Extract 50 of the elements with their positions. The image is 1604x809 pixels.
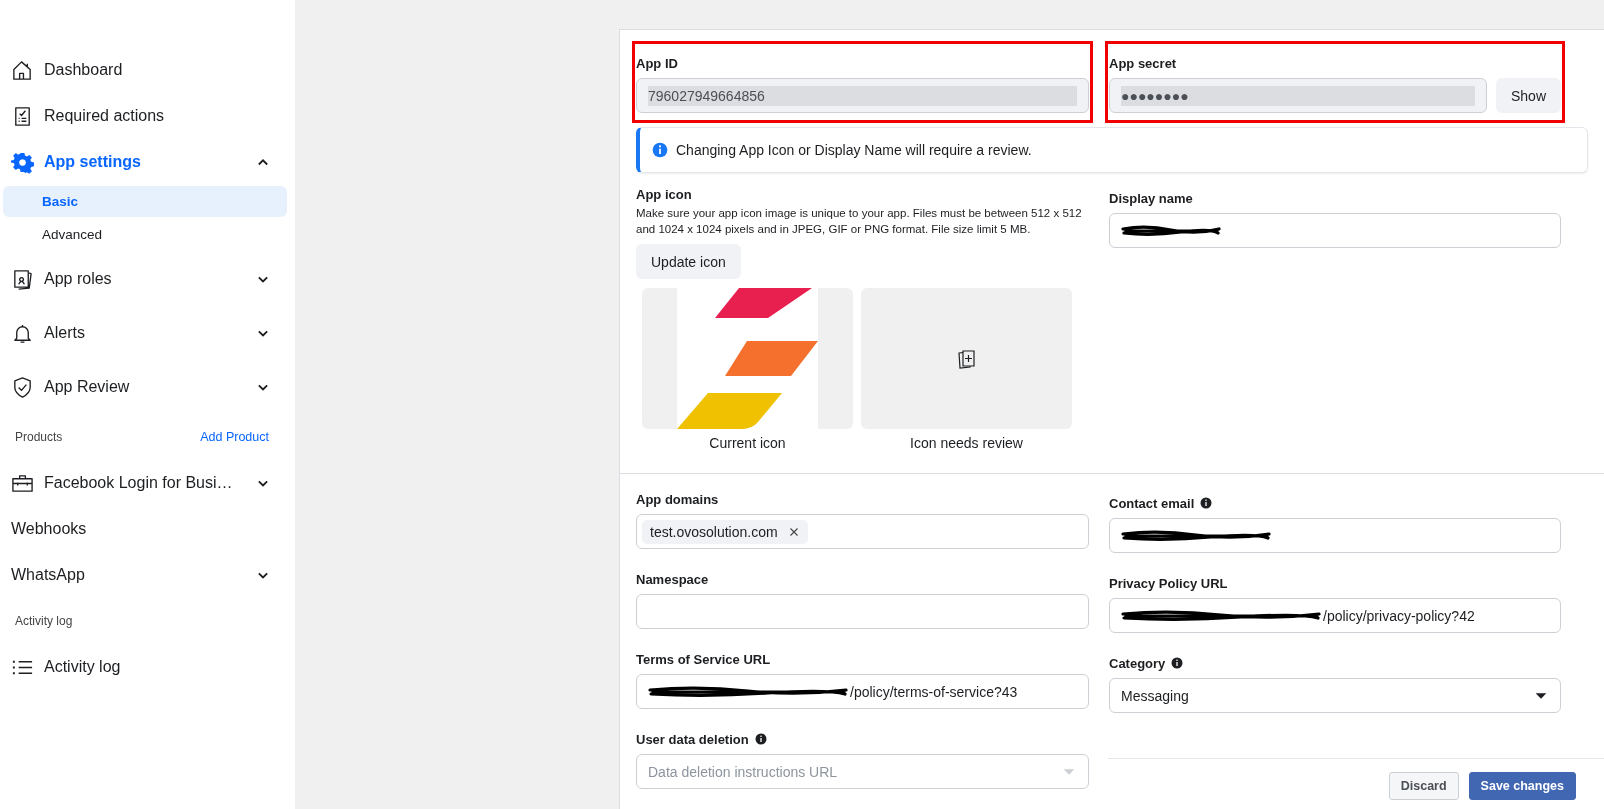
nav-item[interactable]: App settings — [0, 139, 295, 185]
input-field[interactable]: /policy/terms-of-service?43 — [636, 674, 1089, 709]
field-label: Display name — [1109, 189, 1194, 207]
update-icon-button[interactable]: Update icon — [636, 244, 741, 279]
add-product-link[interactable]: Add Product — [200, 430, 269, 444]
nav-item[interactable]: Activity log — [0, 644, 295, 690]
nav-subitem[interactable]: Basic — [3, 186, 287, 217]
field-label: Privacy Policy URL — [1109, 575, 1228, 591]
icon-caption: Icon needs review — [910, 435, 1023, 451]
readonly-field[interactable]: 796027949664856 — [636, 78, 1089, 113]
display-name-field[interactable] — [1109, 213, 1561, 248]
discard-button[interactable]: Discard — [1388, 772, 1459, 800]
readonly-field[interactable]: ●●●●●●●● — [1109, 78, 1487, 113]
nav-item[interactable]: Required actions — [0, 93, 295, 139]
field-label: Terms of Service URL — [636, 651, 771, 667]
help-text: Make sure your app icon image is unique to your app. Files must be between 512 x 512 and 1024 x 1024 pixels and in JPEG, GIF or PNG format. File size limit 5 MB. — [636, 206, 1083, 237]
section-heading: Activity log — [15, 614, 73, 628]
field-label: User data deletion — [636, 731, 749, 747]
field-label: App domains — [636, 491, 719, 507]
nav-item[interactable]: App Review — [0, 360, 295, 414]
nav-item[interactable]: Dashboard — [0, 47, 295, 93]
nav-item[interactable]: Alerts — [0, 306, 295, 360]
tag-input-field[interactable]: test.ovosolution.com — [636, 514, 1089, 549]
section-heading: Products — [15, 430, 63, 444]
save-button[interactable]: Save changes — [1468, 772, 1576, 800]
field-label: Category — [1109, 655, 1166, 671]
shield-icon — [11, 375, 34, 399]
input-field[interactable] — [636, 594, 1089, 629]
badge-icon — [11, 267, 34, 291]
nav-subitem[interactable]: Advanced — [3, 219, 287, 250]
icon-caption: Current icon — [709, 435, 786, 451]
nav-item[interactable]: App roles — [0, 252, 295, 306]
notice-text: Changing App Icon or Display Name will require a review. — [676, 142, 1032, 158]
field-label: App ID — [636, 54, 679, 72]
input-field[interactable]: /policy/privacy-policy?42 — [1109, 598, 1561, 633]
input-field[interactable] — [1109, 518, 1561, 553]
show-button[interactable]: Show — [1495, 78, 1561, 113]
house-icon — [11, 58, 34, 82]
field-label: Contact email — [1109, 495, 1195, 511]
field-label: App secret — [1109, 54, 1178, 72]
domain-tag: test.ovosolution.com — [642, 519, 808, 544]
settings-icon — [11, 150, 34, 174]
field-label: App icon — [636, 185, 693, 203]
nav-item[interactable]: WhatsApp — [0, 552, 295, 598]
field-label: Namespace — [636, 571, 709, 587]
nav-item[interactable]: Facebook Login for Busi… — [0, 460, 295, 506]
nav-item[interactable]: Webhooks — [0, 506, 295, 552]
info-icon — [652, 142, 668, 158]
close-icon — [787, 525, 800, 538]
dropdown-field[interactable]: Messaging — [1109, 678, 1561, 713]
